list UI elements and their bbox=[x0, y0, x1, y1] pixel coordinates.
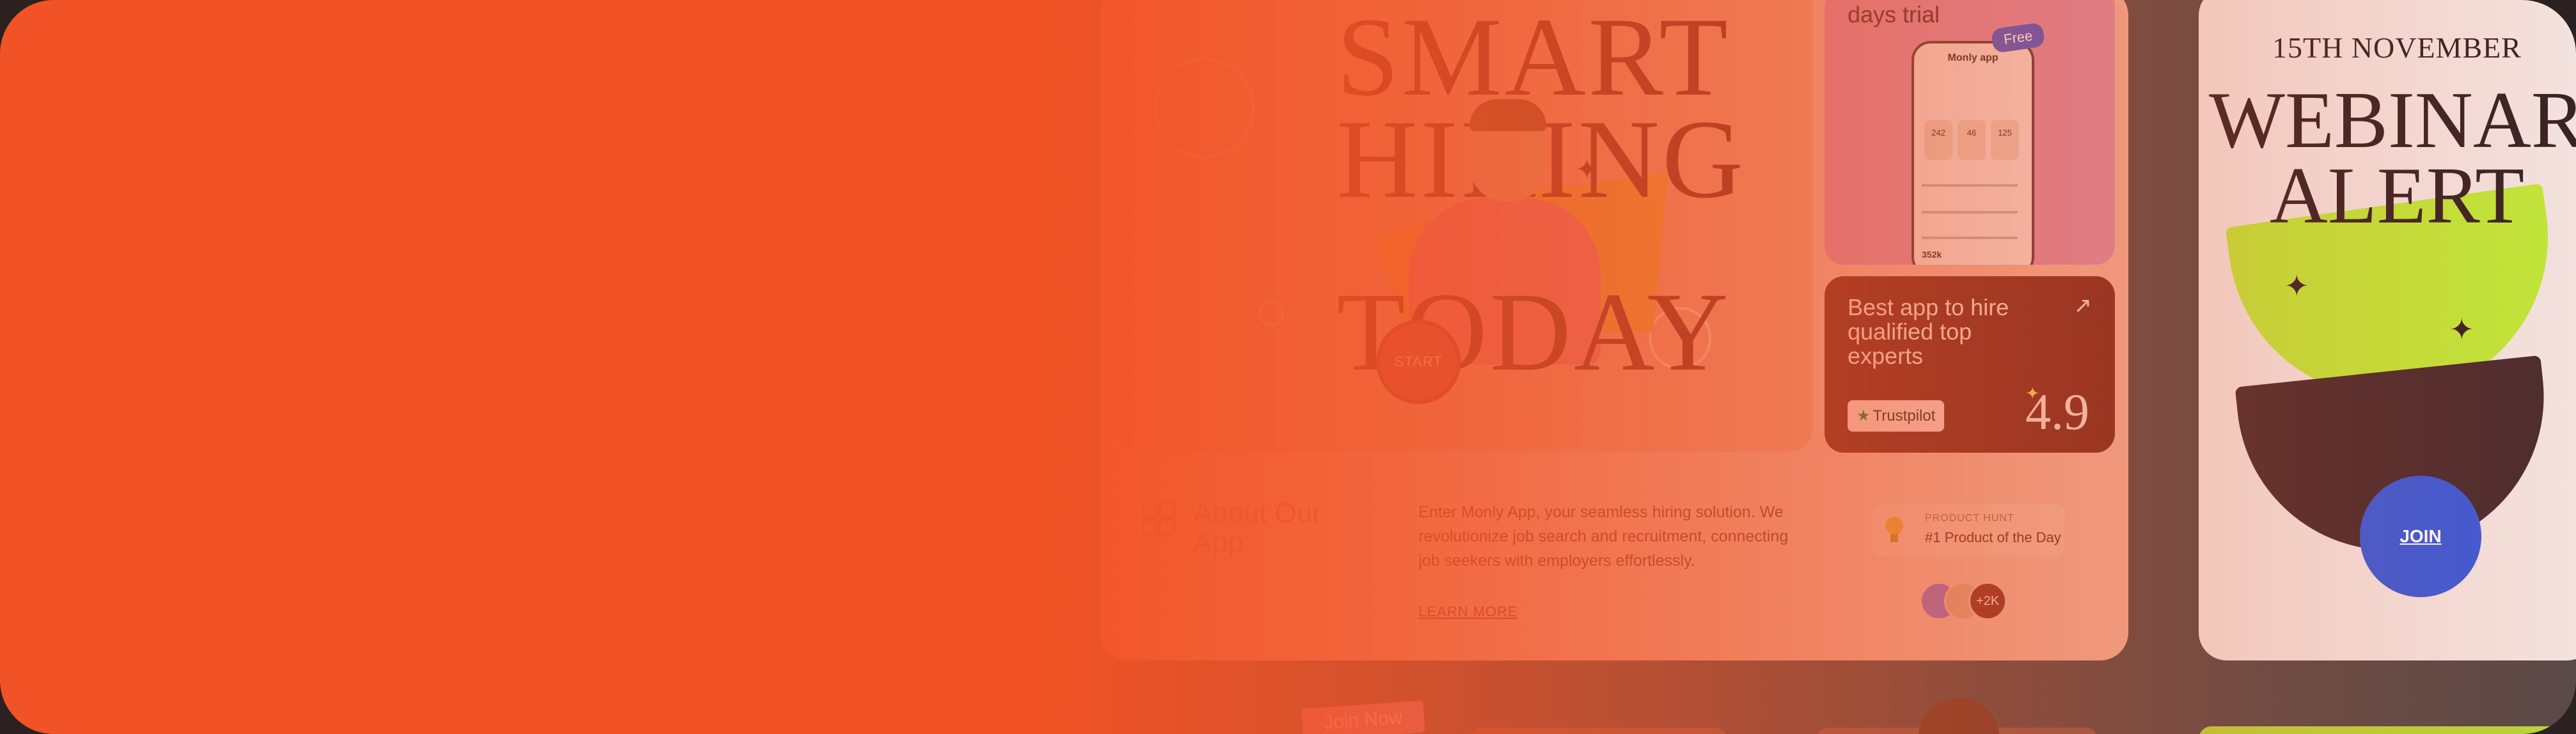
join-now-tag[interactable]: Join Now bbox=[1301, 700, 1425, 734]
arrow-up-right-icon[interactable]: ↗ bbox=[2074, 293, 2093, 318]
hero-card: SMART HIRING ✦ TODAY START bbox=[1118, 0, 1812, 451]
phone-list-row bbox=[1922, 184, 2018, 187]
rating-card[interactable]: Best app to hire qualified top experts ↗… bbox=[1825, 276, 2115, 453]
trustpilot-badge: ★ Trustpilot bbox=[1848, 400, 1945, 432]
canvas: SMART HIRING ✦ TODAY START days trial Mo… bbox=[0, 0, 2576, 734]
trial-text: days trial bbox=[1848, 1, 1940, 27]
decor-ring bbox=[1154, 58, 1255, 159]
medal-icon bbox=[1885, 517, 1903, 542]
person-hair bbox=[1470, 99, 1546, 131]
learn-more-link[interactable]: LEARN MORE bbox=[1418, 604, 1518, 620]
free-badge: Free bbox=[1990, 22, 2046, 54]
rating-value: 4.9 bbox=[2025, 384, 2089, 441]
sparkle-icon: ✦ bbox=[2449, 313, 2474, 346]
phone-stat: 46 bbox=[1958, 120, 1986, 160]
avatar-more-count: +2K bbox=[1968, 582, 2007, 620]
about-description: Enter Monly App, your seamless hiring so… bbox=[1418, 503, 1789, 570]
product-hunt-title: #1 Product of the Day bbox=[1925, 529, 2061, 545]
start-button[interactable]: START bbox=[1376, 320, 1461, 404]
star-icon: ★ bbox=[1857, 407, 1871, 425]
webinar-card: 15TH NOVEMBER WEBINAR ALERT ✦ ✦ JOIN bbox=[2199, 0, 2576, 660]
product-hunt-label: PRODUCT HUNT bbox=[1925, 513, 2014, 524]
person-image bbox=[1919, 698, 1999, 734]
phone-list-row bbox=[1922, 237, 2018, 239]
decor-ring bbox=[1259, 301, 1284, 326]
about-title: About Our App bbox=[1193, 497, 1322, 558]
grid-icon bbox=[1142, 503, 1175, 536]
app-promo-card: days trial Monly app 242 46 125 352k Fre… bbox=[1825, 0, 2115, 265]
product-hunt-badge[interactable]: PRODUCT HUNT #1 Product of the Day bbox=[1871, 503, 2066, 558]
join-button[interactable]: JOIN bbox=[2360, 476, 2481, 597]
rating-card-text: Best app to hire qualified top experts bbox=[1848, 294, 2009, 369]
sparkle-icon: ✦ bbox=[2284, 269, 2309, 302]
phone-app-title: Monly app bbox=[1947, 52, 1999, 63]
trustpilot-label: Trustpilot bbox=[1873, 407, 1936, 425]
phone-stat: 125 bbox=[1991, 120, 2019, 160]
phone-mockup: Monly app 242 46 125 352k bbox=[1912, 41, 2034, 265]
phone-total: 352k bbox=[1922, 249, 1942, 260]
bottom-card bbox=[1471, 728, 1727, 734]
bottom-lime-card bbox=[2199, 726, 2576, 734]
webinar-title: WEBINAR ALERT bbox=[2209, 76, 2576, 240]
phone-stat: 242 bbox=[1924, 120, 1952, 160]
sparkle-icon: ✦ bbox=[1575, 154, 1599, 185]
webinar-date: 15TH NOVEMBER bbox=[2272, 31, 2522, 64]
avatar-group: +2K bbox=[1920, 582, 2022, 620]
phone-list-row bbox=[1922, 211, 2018, 214]
